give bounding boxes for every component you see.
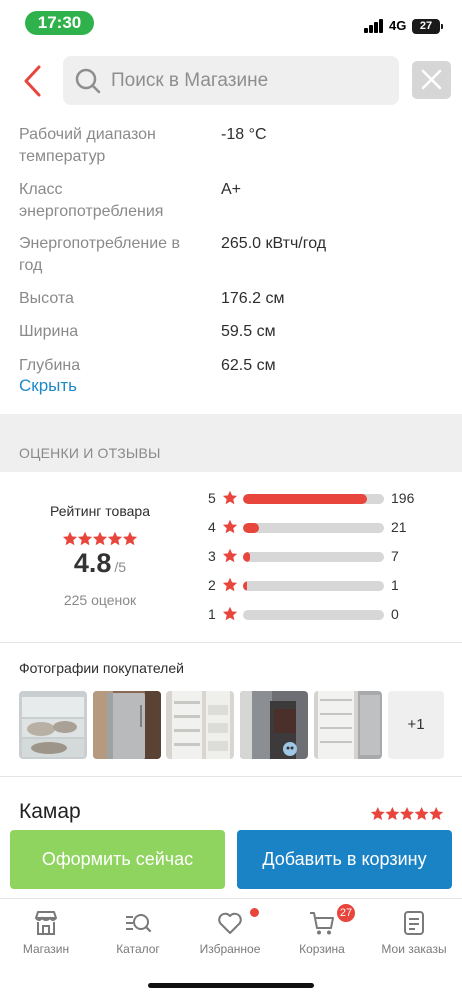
orders-icon	[404, 911, 424, 935]
customer-photo[interactable]	[314, 691, 382, 759]
star-count: 0	[391, 606, 399, 622]
rating-distribution-row[interactable]: 3 7	[208, 547, 448, 565]
star-level: 3	[208, 548, 216, 564]
rating-bar	[243, 552, 384, 562]
network-type: 4G	[389, 18, 407, 33]
hide-specs-link[interactable]: Скрыть	[19, 376, 77, 396]
tab-label: Мои заказы	[381, 942, 447, 956]
cart-badge: 27	[337, 904, 355, 922]
more-photos-button[interactable]: +1	[388, 691, 444, 759]
spec-value: A+	[221, 181, 242, 198]
star-icon	[222, 606, 238, 621]
customer-photo[interactable]	[240, 691, 308, 759]
divider	[0, 776, 462, 777]
divider	[0, 642, 462, 643]
average-value: 4.8	[73, 548, 112, 578]
rating-distribution-row[interactable]: 2 1	[208, 576, 448, 594]
close-icon	[421, 69, 442, 90]
star-level: 4	[208, 519, 216, 535]
tab-cart[interactable]: 27 Корзина	[276, 904, 368, 967]
section-divider	[0, 414, 462, 472]
customer-photo[interactable]	[19, 691, 87, 759]
status-bar: 17:30 4G 27	[0, 0, 462, 48]
tab-label: Магазин	[22, 942, 70, 956]
rating-bar	[243, 523, 384, 533]
average-max: /5	[114, 559, 127, 575]
rating-bar-fill	[243, 552, 251, 562]
star-icon	[222, 577, 238, 592]
rating-bar-fill	[243, 581, 247, 591]
rating-distribution-row[interactable]: 5 196	[208, 489, 448, 507]
freezer-closed-photo	[93, 691, 161, 759]
rating-bar	[243, 610, 384, 620]
freezer-drawers-photo	[314, 691, 382, 759]
buy-now-button[interactable]: Оформить сейчас	[10, 830, 225, 889]
search-bar[interactable]	[63, 56, 399, 105]
review-author: Камар	[19, 800, 81, 823]
star-level: 5	[208, 490, 216, 506]
freezer-open-photo	[166, 691, 234, 759]
store-icon	[35, 911, 57, 935]
rating-bar	[243, 581, 384, 591]
tab-orders[interactable]: Мои заказы	[368, 907, 460, 967]
customer-photo[interactable]	[93, 691, 161, 759]
reviews-section-title: ОЦЕНКИ И ОТЗЫВЫ	[19, 445, 161, 461]
spec-value: 265.0 кВтч/год	[221, 235, 327, 252]
tab-store[interactable]: Магазин	[0, 907, 92, 967]
search-icon	[75, 68, 101, 94]
freezer-contents-photo	[19, 691, 87, 759]
home-indicator	[148, 983, 314, 988]
freezer-side-photo	[240, 691, 308, 759]
rating-distribution-row[interactable]: 1 0	[208, 605, 448, 623]
rating-bar-fill	[243, 523, 259, 533]
spec-value: -18 °C	[221, 126, 267, 143]
rating-title: Рейтинг товара	[50, 503, 150, 519]
star-level: 1	[208, 606, 216, 622]
star-icon	[222, 548, 238, 563]
notification-dot	[250, 908, 259, 917]
tab-label: Корзина	[299, 942, 345, 956]
star-count: 21	[391, 519, 407, 535]
search-input[interactable]	[111, 64, 391, 97]
battery-icon: 27	[412, 19, 443, 34]
tab-label: Избранное	[199, 942, 261, 956]
tab-catalog[interactable]: Каталог	[92, 907, 184, 967]
rating-stars	[62, 531, 138, 546]
star-count: 7	[391, 548, 399, 564]
customer-photos-title: Фотографии покупателей	[19, 660, 184, 676]
spec-label: Глубина	[19, 357, 81, 374]
star-count: 1	[391, 577, 399, 593]
spec-label: Класс энергопотребления	[19, 181, 164, 220]
spec-value: 176.2 см	[221, 290, 285, 307]
spec-value: 59.5 см	[221, 323, 276, 340]
star-count: 196	[391, 490, 415, 506]
star-level: 2	[208, 577, 216, 593]
ratings-count: 225 оценок	[63, 592, 137, 608]
rating-distribution-row[interactable]: 4 21	[208, 518, 448, 536]
close-button[interactable]	[412, 61, 451, 99]
cart-icon	[310, 912, 334, 935]
heart-icon	[218, 912, 242, 934]
back-button[interactable]	[20, 64, 48, 98]
add-to-cart-button[interactable]: Добавить в корзину	[237, 830, 452, 889]
status-time: 17:30	[25, 11, 94, 35]
chevron-left-icon	[24, 65, 41, 97]
tab-favorites[interactable]: Избранное	[184, 907, 276, 967]
review-rating-stars	[370, 806, 444, 821]
customer-photo[interactable]	[166, 691, 234, 759]
catalog-search-icon	[126, 914, 152, 933]
tab-label: Каталог	[116, 942, 160, 956]
spec-value: 62.5 см	[221, 357, 276, 374]
spec-label: Рабочий диапазон температур	[19, 126, 156, 165]
star-icon	[222, 490, 238, 505]
spec-label: Энергопотребление в год	[19, 235, 180, 274]
spec-label: Ширина	[19, 323, 79, 340]
average-rating: 4.8/5	[0, 548, 200, 579]
rating-bar-fill	[243, 494, 368, 504]
star-icon	[222, 519, 238, 534]
spec-label: Высота	[19, 290, 74, 307]
rating-bar	[243, 494, 384, 504]
signal-icon	[364, 19, 384, 33]
